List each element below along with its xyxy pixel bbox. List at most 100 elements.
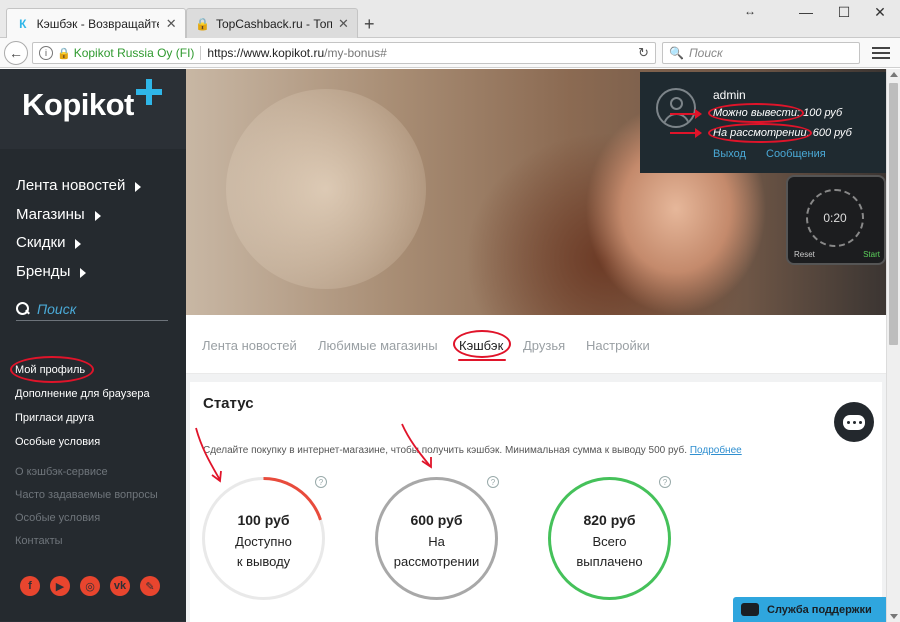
pending-ring: 600 руб На рассмотрении xyxy=(375,477,498,600)
browser-tab-topcashback[interactable]: 🔒 TopCashback.ru - Топ лу... ✕ xyxy=(186,8,358,38)
ring-value: 600 руб xyxy=(410,512,463,528)
scrollbar-thumb[interactable] xyxy=(889,83,898,345)
ring-label: На рассмотрении xyxy=(393,534,480,569)
minimize-button[interactable]: — xyxy=(796,4,816,20)
browser-nav-bar: ← i 🔒 Kopikot Russia Oy (FI) https://www… xyxy=(0,38,900,68)
avatar[interactable] xyxy=(656,88,696,128)
red-annotation-oval xyxy=(10,356,94,383)
browser-search-input[interactable]: 🔍 Поиск xyxy=(662,42,860,64)
paid-ring: 820 руб Всего выплачено xyxy=(548,477,671,600)
ring-value: 100 руб xyxy=(237,512,290,528)
withdraw-value: 100 руб xyxy=(803,107,843,119)
red-annotation-oval xyxy=(708,103,804,123)
profile-tabs: Лента новостей Любимые магазины Кэшбэк Д… xyxy=(186,316,886,374)
sidebar-item-faq[interactable]: Часто задаваемые вопросы xyxy=(15,489,158,501)
tab-news[interactable]: Лента новостей xyxy=(202,338,297,353)
ring-label: Всего выплачено xyxy=(576,534,643,569)
red-annotation-oval xyxy=(453,330,511,358)
reload-icon[interactable]: ↻ xyxy=(638,45,649,61)
search-placeholder: Поиск xyxy=(37,300,77,317)
section-title: Статус xyxy=(203,395,254,412)
user-info-panel: admin Можно вывести: 100 руб На рассмотр… xyxy=(640,72,886,173)
tab-friends[interactable]: Друзья xyxy=(523,338,565,353)
url-bar[interactable]: i 🔒 Kopikot Russia Oy (FI) https://www.k… xyxy=(32,42,656,64)
chevron-right-icon xyxy=(75,239,82,249)
browser-tab-bar: К Кэшбэк - Возвращайте д... ✕ 🔒 TopCashb… xyxy=(0,0,900,39)
sidebar-item-contacts[interactable]: Контакты xyxy=(15,535,63,547)
logo-plus-icon xyxy=(136,79,162,105)
watch-dial: 0:20 xyxy=(806,189,864,247)
url-path: /my-bonus# xyxy=(324,46,387,60)
facebook-icon[interactable]: f xyxy=(20,576,40,596)
chat-bubble-button[interactable] xyxy=(834,402,874,442)
page-scrollbar[interactable] xyxy=(886,69,900,622)
support-label: Служба поддержки xyxy=(767,603,872,616)
active-tab-underline xyxy=(458,359,506,361)
red-annotation-arrow xyxy=(670,109,702,119)
close-window-button[interactable]: ✕ xyxy=(870,4,890,21)
sidebar-item-special-terms[interactable]: Особые условия xyxy=(15,436,100,448)
tab-favorite-shops[interactable]: Любимые магазины xyxy=(318,338,438,353)
logout-link[interactable]: Выход xyxy=(713,148,746,160)
red-annotation-arrow xyxy=(670,128,702,138)
url-host: https://www.kopikot.ru xyxy=(207,46,325,60)
resize-icon[interactable]: ↔ xyxy=(740,4,760,18)
support-button[interactable]: Служба поддержки xyxy=(733,597,890,622)
red-annotation-oval xyxy=(708,123,812,143)
sidebar-item-special-terms-info[interactable]: Особые условия xyxy=(15,512,100,524)
speech-bubble-icon xyxy=(741,603,759,616)
sidebar-item-brands[interactable]: Бренды xyxy=(16,263,87,280)
hero-light-glow xyxy=(226,89,426,289)
watch-start-label: Start xyxy=(863,250,880,259)
instagram-icon[interactable]: ◎ xyxy=(80,576,100,596)
chevron-right-icon xyxy=(135,182,142,192)
info-icon[interactable]: i xyxy=(39,46,53,60)
sidebar-item-label: Скидки xyxy=(16,234,66,251)
sidebar: Kopikot Лента новостей Магазины Скидки Б… xyxy=(0,69,186,622)
lock-icon: 🔒 xyxy=(57,47,71,60)
pencil-icon[interactable]: ✎ xyxy=(140,576,160,596)
close-icon[interactable]: ✕ xyxy=(165,16,177,32)
new-tab-button[interactable]: + xyxy=(364,14,375,35)
vk-icon[interactable]: vk xyxy=(110,576,130,596)
sidebar-item-shops[interactable]: Магазины xyxy=(16,206,101,223)
messages-link[interactable]: Сообщения xyxy=(766,148,826,160)
ring-value: 820 руб xyxy=(583,512,636,528)
site-identity: Kopikot Russia Oy (FI) xyxy=(73,46,195,60)
close-icon[interactable]: ✕ xyxy=(338,16,349,32)
sidebar-item-about[interactable]: О кэшбэк-сервисе xyxy=(15,466,108,478)
chevron-right-icon xyxy=(80,268,87,278)
scroll-up-arrow-icon[interactable] xyxy=(890,72,898,77)
sidebar-search-input[interactable]: Поиск xyxy=(16,297,168,321)
review-value: 600 руб xyxy=(812,127,852,139)
topcashback-favicon: 🔒 xyxy=(195,16,210,31)
help-icon[interactable]: ? xyxy=(659,476,671,488)
tab-settings[interactable]: Настройки xyxy=(586,338,650,353)
ring-label: Доступно к выводу xyxy=(235,534,292,569)
sidebar-item-invite-friend[interactable]: Пригласи друга xyxy=(15,412,94,424)
youtube-icon[interactable]: ▶ xyxy=(50,576,70,596)
url-divider xyxy=(200,46,202,60)
back-button[interactable]: ← xyxy=(4,41,28,65)
sidebar-item-browser-extension[interactable]: Дополнение для браузера xyxy=(15,388,150,400)
watch-buttons: Reset Start xyxy=(794,250,880,259)
scroll-down-arrow-icon[interactable] xyxy=(890,614,898,619)
sidebar-item-label: Магазины xyxy=(16,206,85,223)
chat-icon xyxy=(843,414,865,430)
sidebar-item-discounts[interactable]: Скидки xyxy=(16,234,82,251)
kopikot-favicon: К xyxy=(19,17,27,31)
smartwatch-image: 0:20 Reset Start xyxy=(786,175,886,265)
browser-menu-button[interactable] xyxy=(872,44,890,62)
chevron-right-icon xyxy=(94,211,101,221)
sidebar-item-label: Бренды xyxy=(16,263,71,280)
sidebar-item-news[interactable]: Лента новостей xyxy=(16,177,142,194)
sidebar-item-label: Лента новостей xyxy=(16,177,126,194)
username: admin xyxy=(713,88,746,102)
browser-tab-kopikot[interactable]: К Кэшбэк - Возвращайте д... ✕ xyxy=(6,8,186,39)
kopikot-logo[interactable]: Kopikot xyxy=(22,87,134,123)
maximize-button[interactable]: ☐ xyxy=(834,4,854,21)
help-icon[interactable]: ? xyxy=(487,476,499,488)
more-link[interactable]: Подробнее xyxy=(690,445,742,456)
watch-reset-label: Reset xyxy=(794,250,815,259)
tab-title: Кэшбэк - Возвращайте д... xyxy=(36,17,160,31)
